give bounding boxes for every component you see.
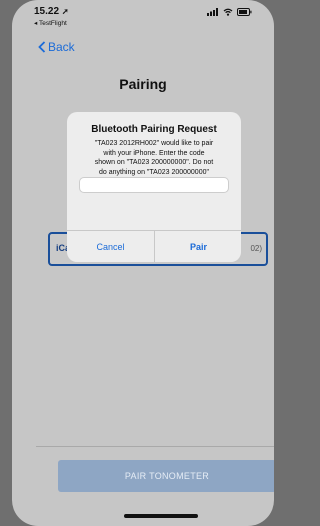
pair-tonometer-button[interactable]: PAIR TONOMETER	[58, 460, 274, 492]
chevron-left-icon	[38, 41, 46, 53]
dialog-title: Bluetooth Pairing Request	[91, 124, 217, 135]
pair-button[interactable]: Pair	[155, 231, 241, 262]
back-button-label: Back	[48, 40, 75, 54]
footer-divider	[36, 446, 274, 447]
home-indicator	[124, 514, 198, 518]
back-button[interactable]: Back	[38, 40, 75, 54]
status-time-text: 15.22	[34, 6, 60, 17]
signal-icon	[207, 8, 218, 16]
cancel-button[interactable]: Cancel	[67, 231, 154, 262]
wifi-icon	[223, 8, 233, 16]
status-icons	[207, 8, 252, 16]
bluetooth-pairing-dialog: Bluetooth Pairing Request "TA023 2012RH0…	[67, 112, 241, 262]
pairing-code-input[interactable]	[79, 177, 229, 193]
battery-icon	[237, 8, 252, 16]
device-id-text: 02)	[250, 244, 262, 253]
location-arrow-icon: ➚	[61, 7, 69, 16]
status-source-app: ◂ TestFlight	[34, 20, 67, 27]
page-title: Pairing	[119, 76, 167, 92]
phone-screen: 15.22 ➚ ◂ TestFlight Back Pairing iCa 02…	[12, 0, 274, 526]
status-time: 15.22 ➚	[34, 6, 69, 17]
